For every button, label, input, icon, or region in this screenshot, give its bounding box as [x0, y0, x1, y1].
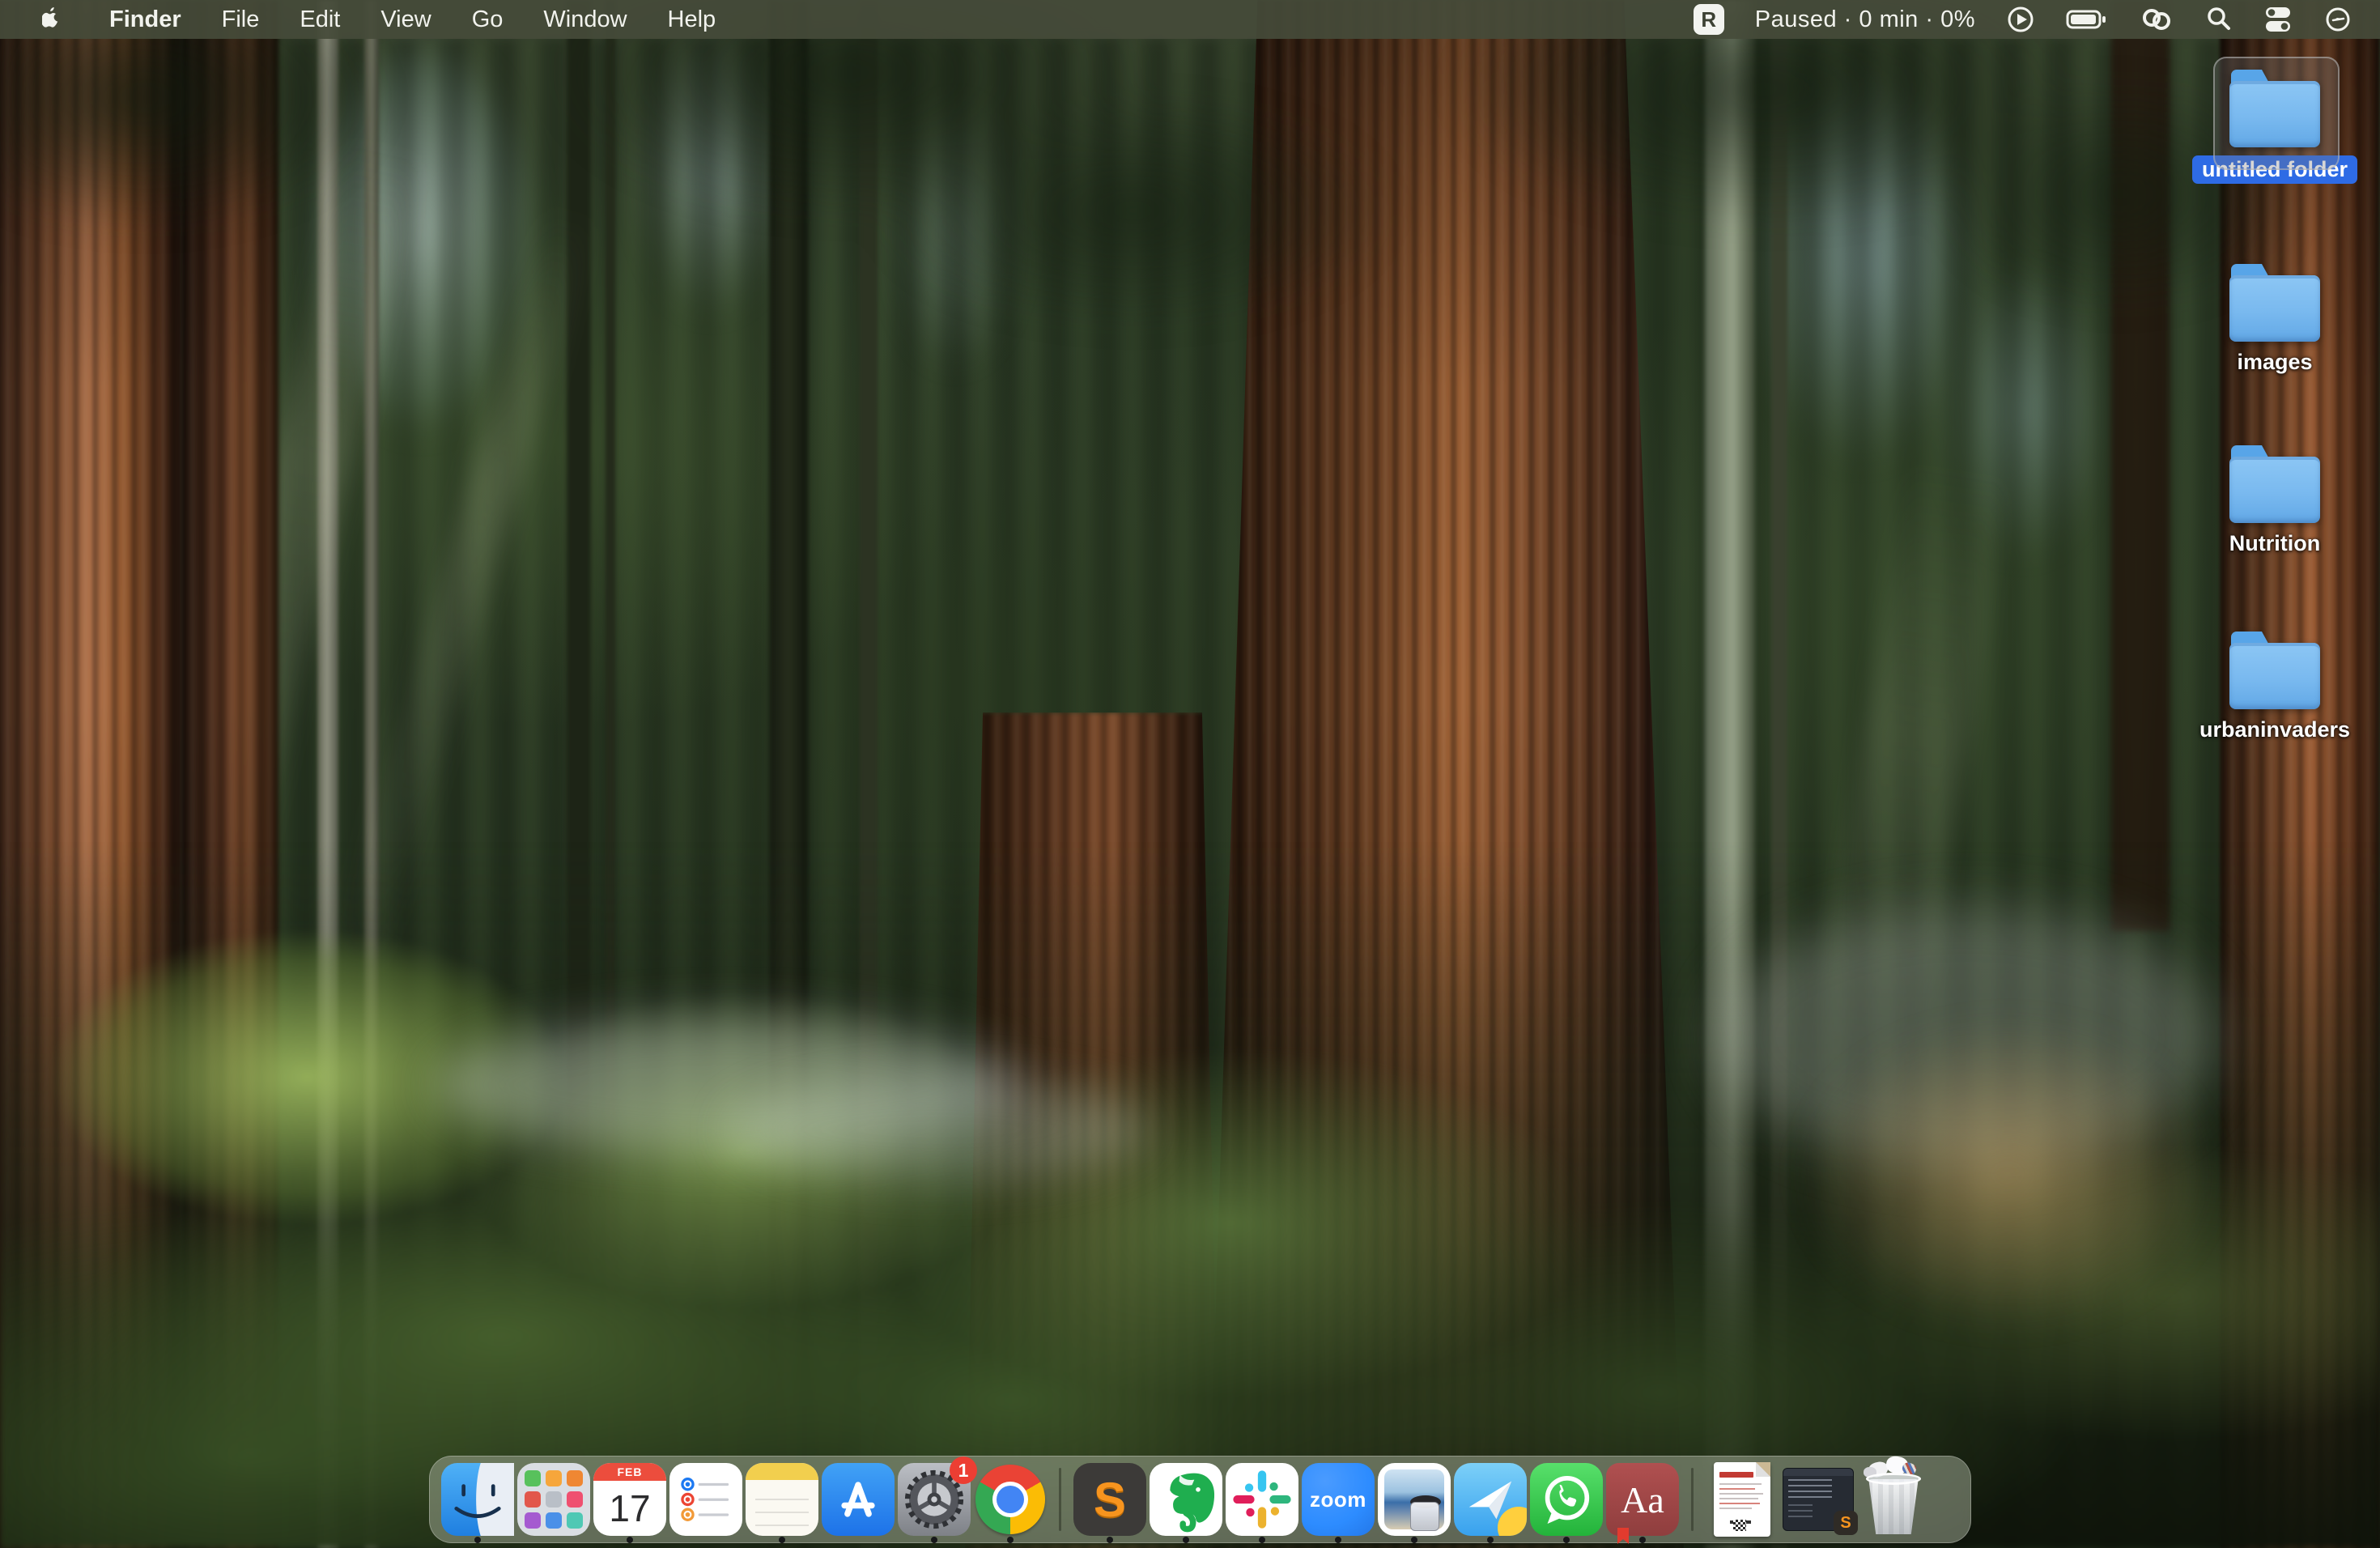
menu-bar: Finder File Edit View Go Window Help R P…	[0, 0, 2380, 39]
dock-item-minimized-window[interactable]: S	[1782, 1463, 1855, 1536]
running-indicator	[1107, 1537, 1113, 1543]
menu-file[interactable]: File	[202, 6, 280, 33]
preview-app-icon	[1378, 1463, 1451, 1536]
tracker-status-text[interactable]: Paused · 0 min · 0%	[1755, 6, 1975, 33]
calendar-day: 17	[593, 1481, 666, 1536]
menu-window[interactable]: Window	[523, 6, 647, 33]
dock: FEB 17 1	[429, 1456, 1971, 1543]
notification-badge: 1	[950, 1457, 977, 1484]
folder-icon	[2229, 264, 2320, 342]
app-store-app-icon	[822, 1463, 895, 1536]
trash-icon	[1859, 1462, 1930, 1537]
clock-icon[interactable]	[2323, 5, 2352, 34]
spark-app-icon	[1454, 1463, 1527, 1536]
menu-bar-left: Finder File Edit View Go Window Help	[0, 6, 736, 33]
dock-item-evernote[interactable]	[1150, 1463, 1222, 1536]
dock-item-chrome[interactable]	[974, 1463, 1047, 1536]
dock-separator	[1059, 1468, 1061, 1531]
wallpaper-sunlit-clearing	[1797, 1020, 2218, 1328]
running-indicator	[1487, 1537, 1494, 1543]
dictionary-app-icon: Aa	[1606, 1463, 1679, 1536]
sublime-text-badge-icon: S	[1834, 1511, 1858, 1535]
dock-item-slack[interactable]	[1226, 1463, 1298, 1536]
spotlight-search-icon[interactable]	[2205, 6, 2233, 33]
folder-label: urbaninvaders	[2199, 717, 2350, 742]
control-center-icon[interactable]	[2263, 5, 2293, 34]
running-indicator	[1563, 1537, 1570, 1543]
desktop-folder-images[interactable]: images	[2186, 261, 2364, 375]
dock-item-preview[interactable]	[1378, 1463, 1451, 1536]
dock-item-calendar[interactable]: FEB 17	[593, 1463, 666, 1536]
running-indicator	[1411, 1537, 1417, 1543]
calendar-month: FEB	[593, 1463, 666, 1481]
dock-item-system-settings[interactable]: 1	[898, 1463, 971, 1536]
zoom-app-icon: zoom	[1302, 1463, 1375, 1536]
desktop-folder-urbaninvaders[interactable]: urbaninvaders	[2186, 628, 2364, 742]
running-indicator	[1335, 1537, 1341, 1543]
running-indicator	[1007, 1537, 1014, 1543]
menu-bar-status-area: R Paused · 0 min · 0%	[1694, 4, 2380, 35]
reminders-app-icon	[669, 1463, 742, 1536]
calendar-app-icon: FEB 17	[593, 1463, 666, 1536]
running-indicator	[1183, 1537, 1189, 1543]
desktop-icons-area: untitled folder images Nutrition urbanin…	[2186, 57, 2364, 866]
desktop-wallpaper	[0, 0, 2380, 1548]
folder-icon	[2229, 70, 2320, 147]
wallpaper-canopy-shadow	[0, 0, 2380, 470]
dock-item-zoom[interactable]: zoom	[1302, 1463, 1375, 1536]
dock-item-spark[interactable]	[1454, 1463, 1527, 1536]
running-indicator	[627, 1537, 633, 1543]
running-indicator	[1259, 1537, 1265, 1543]
dock-item-app-store[interactable]	[822, 1463, 895, 1536]
dock-item-whatsapp[interactable]	[1530, 1463, 1603, 1536]
dock-item-sublime-text[interactable]: S	[1073, 1463, 1146, 1536]
folder-icon	[2229, 445, 2320, 523]
menu-view[interactable]: View	[360, 6, 451, 33]
dock-item-finder[interactable]	[441, 1463, 514, 1536]
dock-item-reminders[interactable]	[669, 1463, 742, 1536]
zoom-wordmark: zoom	[1310, 1487, 1366, 1512]
folder-label: images	[2237, 350, 2312, 375]
pdf-document-icon	[1714, 1462, 1770, 1537]
finder-app-icon	[441, 1463, 514, 1536]
dictionary-bookmark	[1617, 1528, 1629, 1544]
apple-logo-icon	[42, 7, 63, 32]
menu-help[interactable]: Help	[648, 6, 737, 33]
wallpaper-mist	[729, 1077, 1150, 1182]
play-circle-icon[interactable]	[2006, 5, 2035, 34]
running-indicator	[474, 1537, 481, 1543]
chrome-app-icon	[974, 1463, 1047, 1536]
dictionary-wordmark: Aa	[1621, 1478, 1664, 1521]
notes-app-icon	[746, 1463, 818, 1536]
running-indicator	[779, 1537, 785, 1543]
evernote-app-icon	[1150, 1463, 1222, 1536]
apple-menu[interactable]	[34, 7, 71, 32]
tracker-app-badge[interactable]: R	[1694, 4, 1724, 35]
menu-edit[interactable]: Edit	[279, 6, 360, 33]
minimized-window-thumbnail: S	[1783, 1468, 1854, 1531]
dock-separator	[1691, 1468, 1694, 1531]
menu-finder[interactable]: Finder	[89, 6, 202, 33]
desktop-folder-untitled[interactable]: untitled folder	[2186, 66, 2364, 184]
battery-icon[interactable]	[2066, 7, 2108, 32]
dock-item-notes[interactable]	[746, 1463, 818, 1536]
folder-icon	[2229, 632, 2320, 709]
folder-label: Nutrition	[2229, 531, 2320, 556]
launchpad-app-icon	[517, 1463, 590, 1536]
menu-go[interactable]: Go	[452, 6, 524, 33]
sublime-text-app-icon: S	[1073, 1463, 1146, 1536]
whatsapp-app-icon	[1530, 1463, 1603, 1536]
running-indicator	[1639, 1537, 1646, 1543]
running-indicator	[931, 1537, 937, 1543]
dock-item-pdf-document[interactable]	[1706, 1463, 1779, 1536]
dock-item-trash[interactable]	[1858, 1463, 1931, 1536]
dock-item-launchpad[interactable]	[517, 1463, 590, 1536]
desktop-folder-nutrition[interactable]: Nutrition	[2186, 442, 2364, 556]
link-icon[interactable]	[2139, 6, 2174, 33]
dock-item-dictionary[interactable]: Aa	[1606, 1463, 1679, 1536]
slack-app-icon	[1226, 1463, 1298, 1536]
